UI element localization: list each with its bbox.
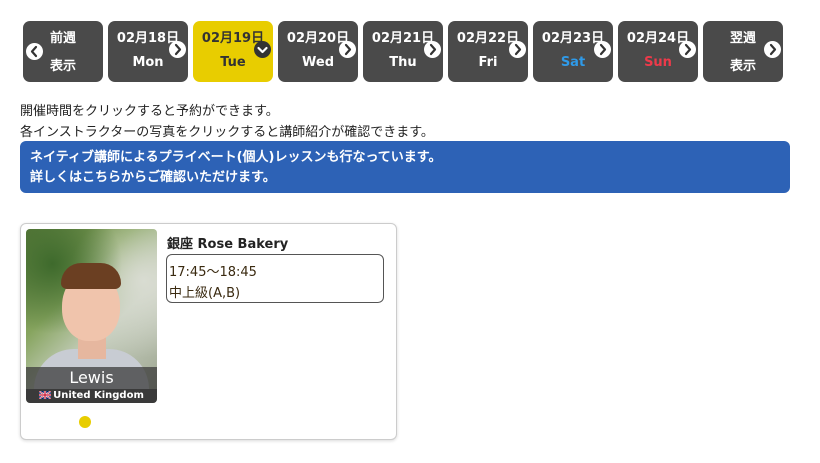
instructor-country: United Kingdom (26, 389, 157, 403)
instructor-name: Lewis (26, 367, 157, 389)
lesson-slot[interactable]: 17:45〜18:45 中上級(A,B) (166, 254, 384, 303)
prev-week-button[interactable]: 前週 表示 (23, 21, 103, 82)
chevron-right-icon (424, 41, 441, 58)
day-tab-0221[interactable]: 02月21日 Thu (363, 21, 443, 82)
day-tab-0223[interactable]: 02月23日 Sat (533, 21, 613, 82)
lesson-time: 17:45〜18:45 (169, 265, 257, 280)
day-tab-0220[interactable]: 02月20日 Wed (278, 21, 358, 82)
day-tab-0219[interactable]: 02月19日 Tue (193, 21, 273, 82)
day-tab-0222[interactable]: 02月22日 Fri (448, 21, 528, 82)
school-name: 銀座 Rose Bakery (167, 237, 289, 252)
day-tab-0218[interactable]: 02月18日 Mon (108, 21, 188, 82)
info-text-booking: 開催時間をクリックすると予約ができます。 (20, 104, 279, 119)
chevron-down-icon (254, 41, 271, 58)
chevron-right-icon (169, 41, 186, 58)
day-tab-0224[interactable]: 02月24日 Sun (618, 21, 698, 82)
chevron-right-icon (509, 41, 526, 58)
status-dot (79, 416, 91, 428)
lesson-level: 中上級(A,B) (169, 286, 241, 301)
uk-flag-icon (39, 391, 52, 399)
instructor-photo[interactable]: Lewis United Kingdom (26, 229, 157, 403)
chevron-right-icon (339, 41, 356, 58)
banner-line-2: 詳しくはこちらからご確認いただけます。 (30, 170, 276, 185)
lesson-card: Lewis United Kingdom 銀座 Rose Bakery 17:4… (20, 223, 397, 440)
chevron-right-icon (679, 41, 696, 58)
chevron-right-icon (594, 41, 611, 58)
country-label: United Kingdom (53, 390, 144, 401)
private-lesson-banner[interactable]: ネイティブ講師によるプライベート(個人)レッスンも行なっています。 詳しくはこち… (20, 141, 790, 193)
banner-line-1: ネイティブ講師によるプライベート(個人)レッスンも行なっています。 (30, 150, 442, 165)
chevron-left-icon (26, 43, 43, 60)
info-text-instructor: 各インストラクターの写真をクリックすると講師紹介が確認できます。 (20, 125, 434, 140)
next-week-button[interactable]: 翌週 表示 (703, 21, 783, 82)
chevron-right-icon (764, 41, 781, 58)
